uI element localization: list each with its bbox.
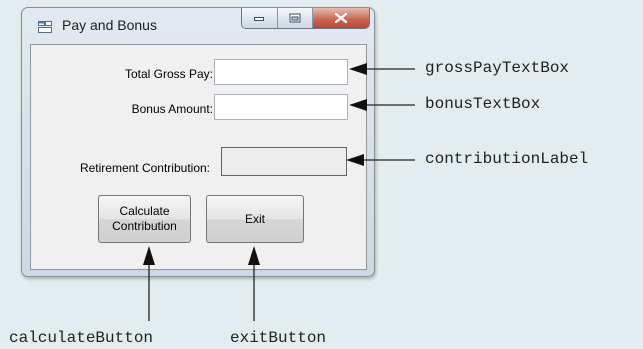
callout-arrows bbox=[143, 63, 415, 321]
calculate-arrow bbox=[143, 246, 155, 321]
exit-arrow bbox=[248, 246, 260, 321]
arrow-icon bbox=[248, 246, 260, 265]
arrow-icon bbox=[346, 154, 364, 166]
exit-callout: exitButton bbox=[230, 329, 327, 347]
gross-pay-arrow bbox=[349, 63, 415, 75]
arrow-icon bbox=[143, 246, 155, 265]
contribution-callout: contributionLabel bbox=[425, 150, 589, 168]
bonus-callout: bonusTextBox bbox=[425, 95, 541, 113]
gross-pay-callout: grossPayTextBox bbox=[425, 59, 570, 77]
calculate-callout: calculateButton bbox=[9, 329, 154, 347]
contribution-arrow bbox=[346, 154, 415, 166]
arrow-icon bbox=[349, 99, 367, 111]
bonus-arrow bbox=[349, 99, 415, 111]
arrow-icon bbox=[349, 63, 367, 75]
